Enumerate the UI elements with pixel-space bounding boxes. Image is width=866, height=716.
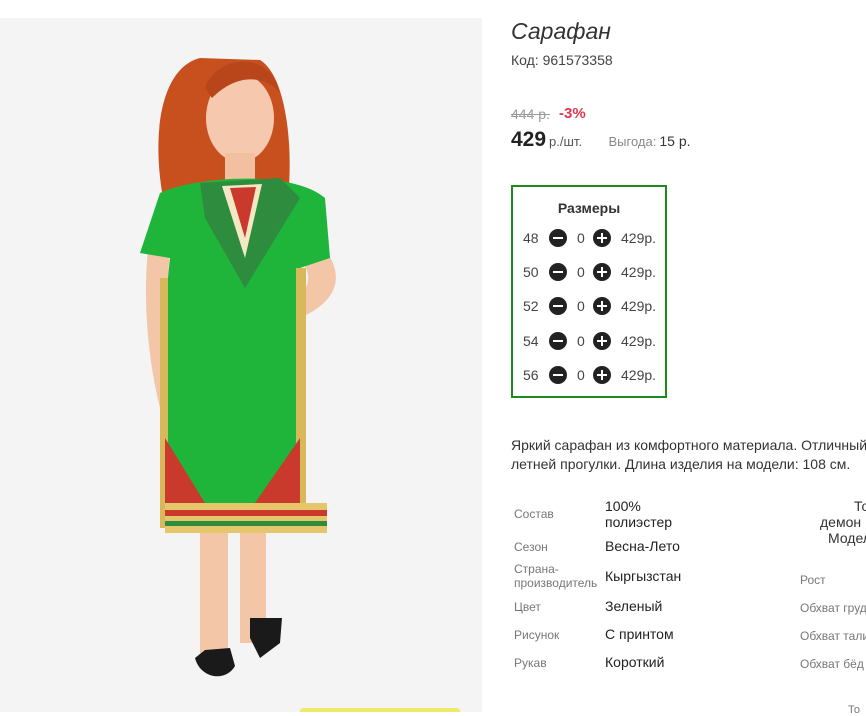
size-price: 429р. [621, 230, 657, 246]
discount-badge: -3% [559, 105, 586, 122]
sizes-panel: Размеры 48 0 429р. 50 0 429р. 52 0 429р.… [511, 185, 667, 398]
country-label: Страна- производитель [514, 562, 597, 590]
size-number: 48 [523, 230, 539, 246]
description-line: Яркий сарафан из комфортного материала. … [511, 437, 866, 453]
country-label-line: Страна- [514, 562, 559, 576]
model-header-line: Модел [828, 530, 866, 546]
pattern-value: С принтом [605, 626, 674, 642]
minus-icon[interactable] [549, 229, 567, 247]
sleeve-label: Рукав [514, 656, 547, 670]
price-unit: р./шт. [549, 134, 583, 149]
description-line: летней прогулки. Длина изделия на модели… [511, 456, 851, 472]
plus-icon[interactable] [593, 229, 611, 247]
country-value: Кыргызстан [605, 568, 682, 584]
benefit-value: 15 р. [659, 133, 691, 149]
minus-icon[interactable] [549, 332, 567, 350]
benefit-label: Выгода: [608, 134, 657, 149]
plus-icon[interactable] [593, 297, 611, 315]
plus-icon[interactable] [593, 366, 611, 384]
pattern-label: Рисунок [514, 628, 560, 642]
product-description: Яркий сарафан из комфортного материала. … [511, 436, 866, 474]
color-value: Зеленый [605, 598, 663, 614]
sleeve-value: Короткий [605, 654, 665, 670]
size-quantity: 0 [577, 264, 585, 280]
size-quantity: 0 [577, 298, 585, 314]
size-quantity: 0 [577, 333, 585, 349]
product-code: Код: 961573358 [511, 52, 613, 68]
minus-icon[interactable] [549, 297, 567, 315]
country-label-line: производитель [514, 576, 598, 590]
season-label: Сезон [514, 540, 548, 554]
model-height-label: Рост [800, 573, 826, 587]
minus-icon[interactable] [549, 263, 567, 281]
product-photo[interactable] [0, 18, 482, 712]
color-label: Цвет [514, 600, 541, 614]
size-price: 429р. [621, 298, 657, 314]
size-number: 54 [523, 333, 539, 349]
price-row: 429 р./шт. Выгода: 15 р. [511, 128, 691, 152]
size-number: 52 [523, 298, 539, 314]
size-price: 429р. [621, 367, 657, 383]
size-price: 429р. [621, 264, 657, 280]
truncated-text: То [848, 704, 860, 716]
composition-label: Состав [514, 507, 554, 521]
composition-value-line: 100% [605, 498, 641, 514]
model-header: То демон Модел [820, 498, 866, 546]
add-to-cart-button-edge[interactable] [300, 708, 460, 712]
composition-value: 100% полиэстер [605, 498, 672, 530]
sizes-title: Размеры [557, 200, 621, 216]
season-value: Весна-Лето [605, 538, 680, 554]
plus-icon[interactable] [593, 263, 611, 281]
model-waist-label: Обхват тали [800, 629, 866, 643]
plus-icon[interactable] [593, 332, 611, 350]
model-header-line: демон [820, 514, 862, 530]
model-hips-label: Обхват бёд [800, 657, 864, 671]
old-price: 444 р. [511, 106, 550, 122]
size-price: 429р. [621, 333, 657, 349]
size-quantity: 0 [577, 230, 585, 246]
current-price: 429 [511, 128, 547, 151]
composition-value-line: полиэстер [605, 514, 673, 530]
model-header-line: То [854, 498, 866, 514]
model-chest-label: Обхват груд [800, 601, 866, 615]
size-number: 50 [523, 264, 539, 280]
product-title: Сарафан [511, 18, 611, 44]
size-number: 56 [523, 367, 539, 383]
minus-icon[interactable] [549, 366, 567, 384]
model-in-dress-image [140, 58, 336, 677]
size-quantity: 0 [577, 367, 585, 383]
